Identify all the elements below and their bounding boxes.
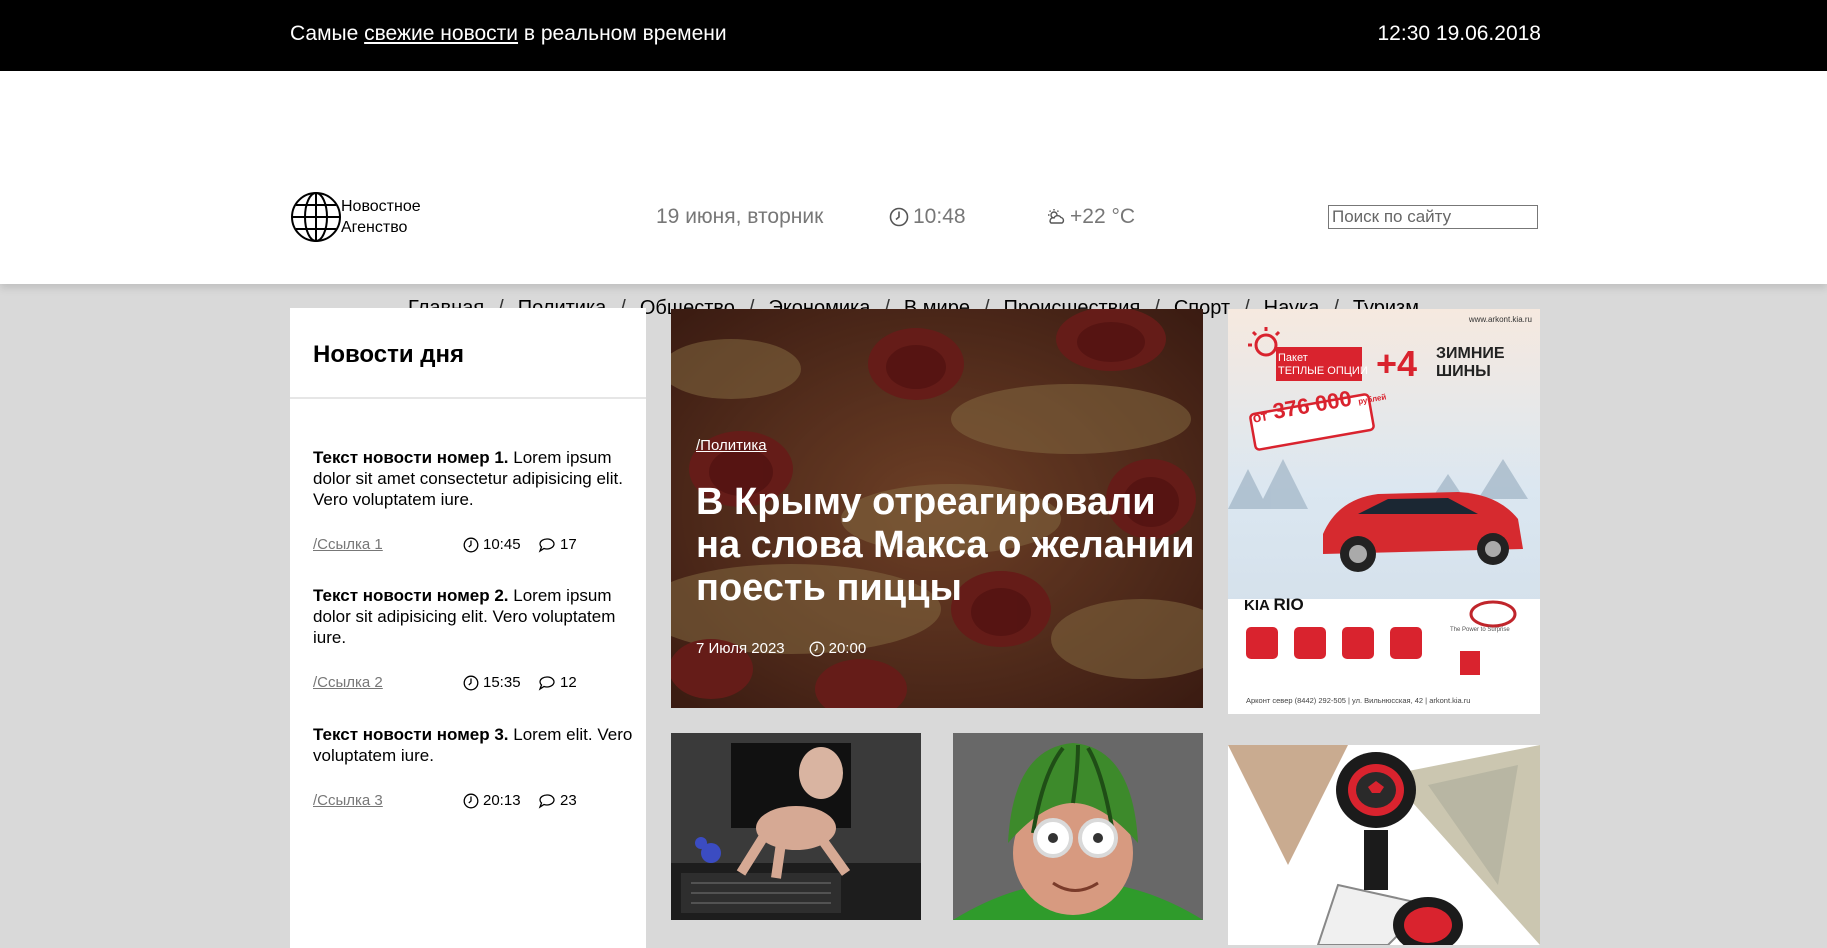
thumbnail-article-2[interactable] [953, 733, 1203, 920]
featured-article[interactable]: /Политика В Крыму отреагировали на слова… [671, 309, 1203, 708]
news-item: Текст новости номер 1. Lorem ipsum dolor… [313, 447, 633, 553]
featured-category-link[interactable]: /Политика [696, 437, 767, 454]
featured-date: 7 Июля 2023 [696, 640, 785, 657]
divider [290, 397, 646, 399]
news-comments[interactable]: 17 [538, 534, 577, 555]
header-time-text: 10:48 [913, 205, 966, 228]
news-heading: Текст новости номер 1. [313, 448, 509, 467]
header-date: 19 июня, вторник [656, 205, 823, 229]
news-comments-count: 23 [560, 792, 577, 809]
news-link[interactable]: /Ссылка 3 [313, 790, 463, 811]
ad-model-brand: KIA [1244, 597, 1270, 614]
kia-advertisement[interactable]: www.arkont.kia.ru Пакет ТЕПЛЫЕ ОПЦИИ +4 … [1228, 309, 1540, 714]
ad-price-suffix: рублей [1357, 392, 1387, 407]
thumbnail-image [953, 733, 1203, 920]
ad-url: www.arkont.kia.ru [1468, 315, 1532, 324]
search-input[interactable] [1328, 205, 1538, 229]
news-comments-count: 17 [560, 536, 577, 553]
news-item: Текст новости номер 3. Lorem elit. Vero … [313, 724, 633, 809]
ad-tires-line2: ШИНЫ [1436, 363, 1491, 380]
kia-logo: KIA [1480, 609, 1499, 621]
tagline: Самые свежие новости в реальном времени [290, 22, 727, 46]
globe-icon [291, 192, 341, 242]
news-time-text: 10:45 [483, 536, 521, 553]
ad-package-line1: Пакет [1278, 352, 1308, 364]
news-text: Текст новости номер 3. Lorem elit. Vero … [313, 724, 633, 766]
clock-icon [463, 793, 479, 808]
news-time: 10:45 [463, 534, 538, 555]
clock-icon [809, 641, 825, 656]
header-time: 10:48 [889, 205, 966, 229]
clock-icon [463, 675, 479, 690]
news-meta: /Ссылка 2 15:35 12 [313, 672, 633, 693]
fresh-news-link[interactable]: свежие новости [364, 22, 518, 45]
news-time-text: 20:13 [483, 792, 521, 809]
ad-tires-line1: ЗИМНИЕ [1436, 345, 1505, 362]
ad-slogan: The Power to Surprise [1450, 627, 1510, 633]
ad-package-line2: ТЕПЛЫЕ ОПЦИИ [1278, 365, 1368, 377]
header-date-text: 19 июня, вторник [656, 205, 824, 228]
ad-tires: ЗИМНИЕ ШИНЫ [1436, 345, 1505, 381]
header-weather: +22 °C [1046, 205, 1135, 229]
headphones-advertisement[interactable] [1228, 745, 1540, 945]
news-link[interactable]: /Ссылка 2 [313, 672, 463, 693]
comment-icon [538, 537, 555, 553]
tagline-before: Самые [290, 22, 365, 45]
ad-price-prefix: от [1251, 407, 1269, 426]
weather-icon [1048, 209, 1065, 224]
news-text: Текст новости номер 2. Lorem ipsum dolor… [313, 585, 633, 648]
logo[interactable]: Новостное Агенство [290, 191, 421, 243]
news-time-text: 15:35 [483, 674, 521, 691]
logo-text: Новостное Агенство [341, 196, 421, 238]
tagline-after: в реальном времени [518, 22, 727, 45]
news-heading: Текст новости номер 2. [313, 586, 509, 605]
ad-headphones-image [1228, 745, 1540, 945]
logo-line1: Новостное [341, 198, 421, 215]
comment-icon [538, 793, 555, 809]
news-comments[interactable]: 23 [538, 790, 577, 811]
clock-icon [463, 537, 479, 552]
top-bar: Самые свежие новости в реальном времени … [0, 0, 1827, 71]
header-weather-text: +22 °C [1070, 205, 1136, 228]
news-time: 20:13 [463, 790, 538, 811]
news-link[interactable]: /Ссылка 1 [313, 534, 463, 555]
ad-footer: Арконт север (8442) 292-505 | ул. Вильню… [1246, 696, 1471, 705]
featured-time-text: 20:00 [828, 640, 867, 657]
clock-icon [889, 207, 909, 227]
site-header: Новостное Агенство 19 июня, вторник 10:4… [0, 71, 1827, 319]
news-of-day-title: Новости дня [313, 341, 465, 368]
news-item: Текст новости номер 2. Lorem ipsum dolor… [313, 585, 633, 691]
news-of-day-panel: Новости дня Текст новости номер 1. Lorem… [290, 308, 646, 948]
featured-meta: 7 Июля 2023 20:00 [696, 640, 866, 657]
news-comments-count: 12 [560, 674, 577, 691]
featured-title[interactable]: В Крыму отреагировали на слова Макса о ж… [696, 481, 1196, 610]
ad-package: Пакет ТЕПЛЫЕ ОПЦИИ [1278, 352, 1368, 378]
comment-icon [538, 675, 555, 691]
topbar-datetime: 12:30 19.06.2018 [1377, 22, 1542, 45]
logo-line2: Агенство [341, 219, 408, 236]
news-text: Текст новости номер 1. Lorem ipsum dolor… [313, 447, 633, 510]
featured-time: 20:00 [809, 640, 867, 657]
news-meta: /Ссылка 1 10:45 17 [313, 534, 633, 555]
news-meta: /Ссылка 3 20:13 23 [313, 790, 633, 811]
news-time: 15:35 [463, 672, 538, 693]
news-heading: Текст новости номер 3. [313, 725, 509, 744]
thumbnail-article-1[interactable] [671, 733, 921, 920]
thumbnail-image [671, 733, 921, 920]
ad-model: KIA RIO [1244, 595, 1304, 615]
ad-model-name: RIO [1273, 595, 1304, 614]
news-comments[interactable]: 12 [538, 672, 577, 693]
